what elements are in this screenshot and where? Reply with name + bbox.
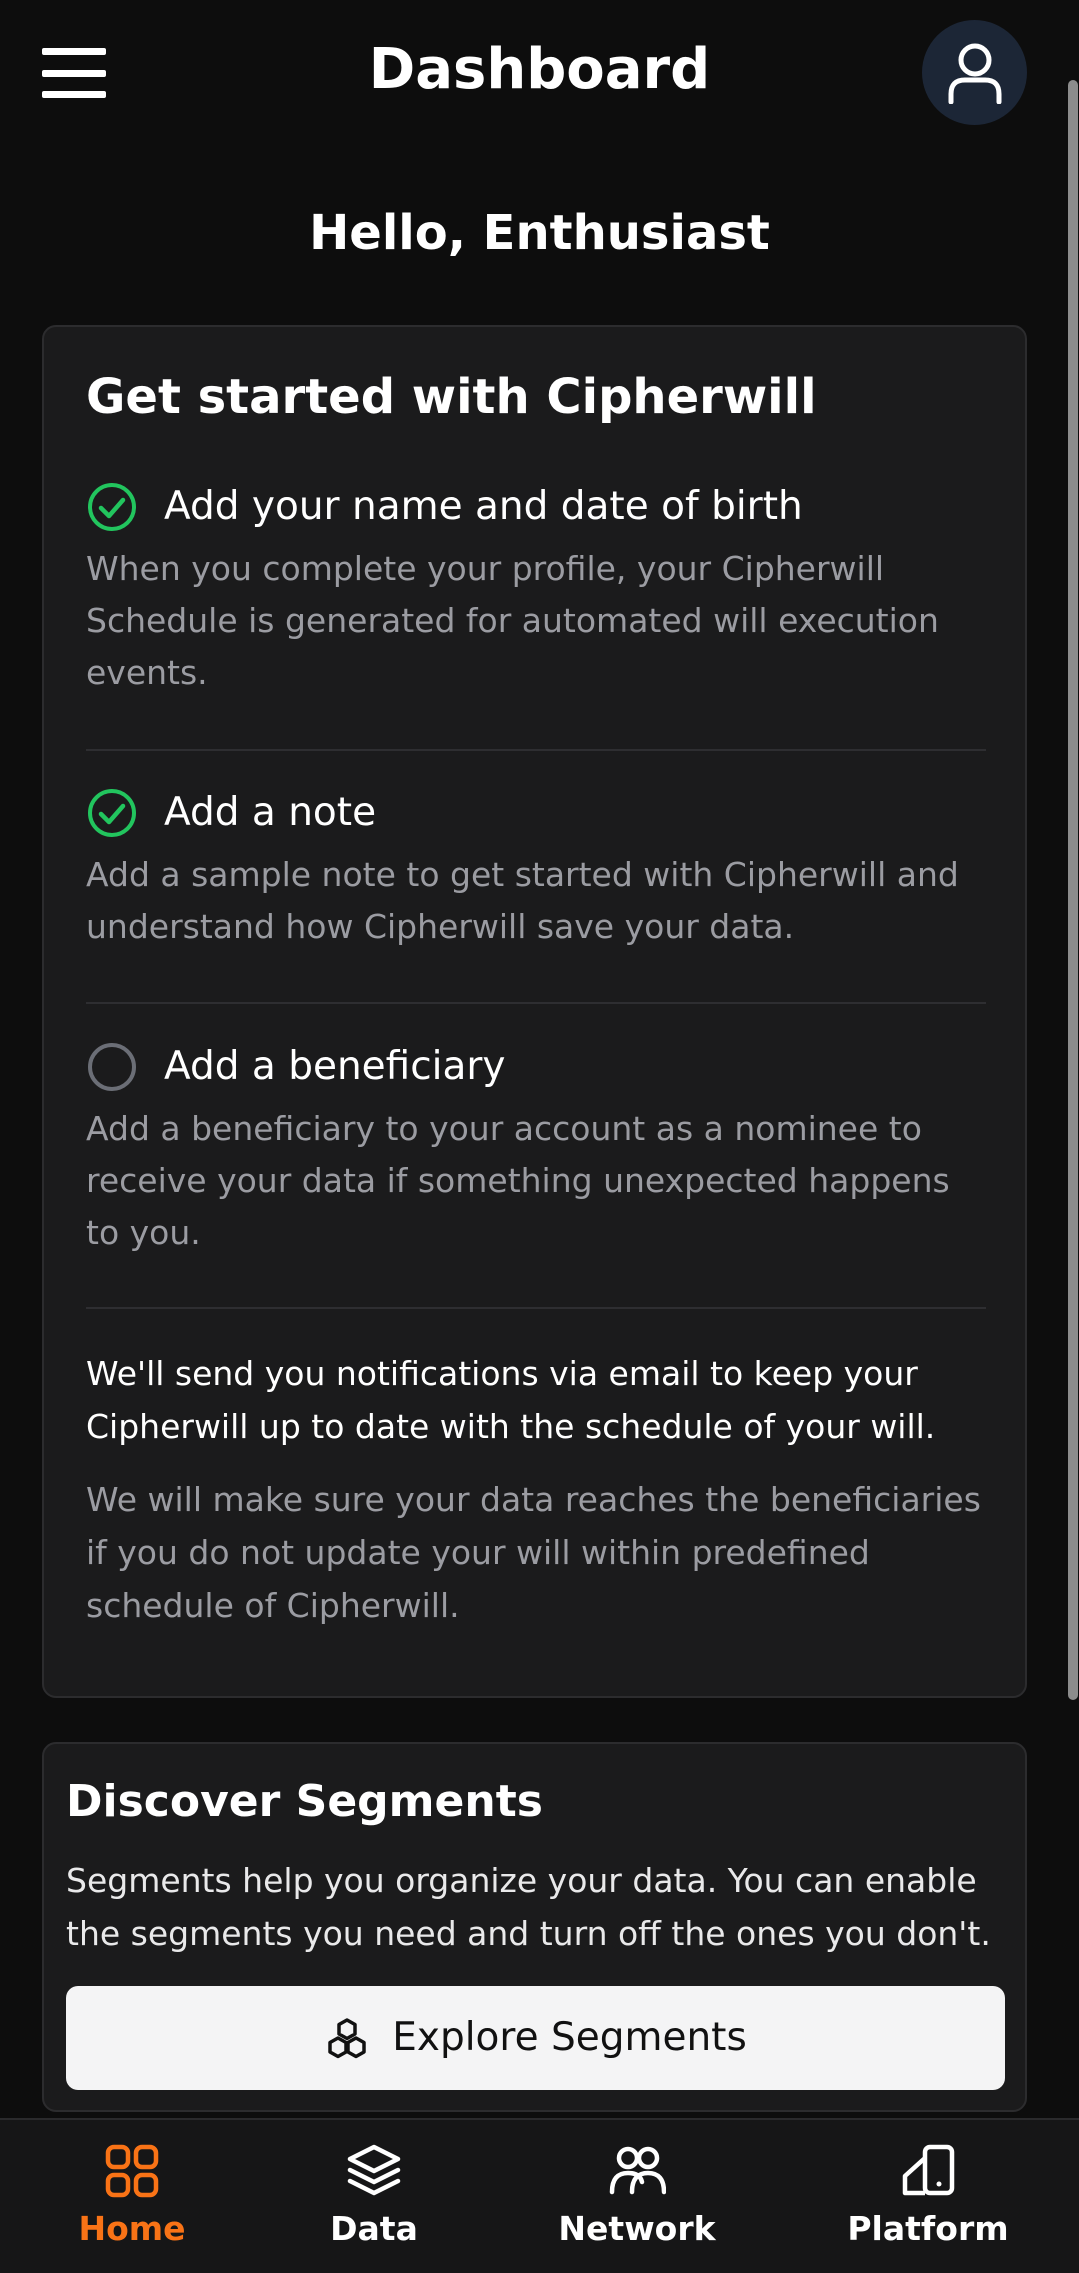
segments-icon bbox=[328, 2018, 366, 2059]
users-icon bbox=[609, 2146, 666, 2195]
nav-home[interactable]: Home bbox=[32, 2142, 232, 2254]
bottom-navigation: Home Data Network Platform bbox=[0, 2118, 1079, 2273]
nav-platform-label: Platform bbox=[847, 2209, 1009, 2248]
nav-home-label: Home bbox=[78, 2209, 186, 2248]
get-started-title: Get started with Cipherwill bbox=[86, 369, 817, 425]
step-title: Add a note bbox=[164, 790, 377, 835]
nav-data-label: Data bbox=[330, 2209, 418, 2248]
segments-description: Segments help you organize your data. Yo… bbox=[66, 1861, 991, 1953]
nav-platform[interactable]: Platform bbox=[828, 2142, 1028, 2254]
step-note[interactable]: Add a note Add a sample note to get star… bbox=[86, 783, 986, 953]
empty-circle-icon bbox=[88, 1043, 136, 1091]
step-description: Add a beneficiary to your account as a n… bbox=[86, 1109, 950, 1252]
step-title: Add a beneficiary bbox=[164, 1044, 506, 1089]
layers-icon bbox=[347, 2144, 401, 2196]
greeting-heading: Hello, Enthusiast bbox=[309, 205, 770, 261]
step-description: When you complete your profile, your Cip… bbox=[86, 549, 939, 692]
step-beneficiary[interactable]: Add a beneficiary Add a beneficiary to y… bbox=[86, 1037, 986, 1259]
get-started-card: Get started with Cipherwill Add your nam… bbox=[42, 325, 1027, 1698]
explore-segments-label: Explore Segments bbox=[392, 2015, 747, 2060]
discover-segments-card: Discover Segments Segments help you orga… bbox=[42, 1742, 1027, 2112]
notification-notice: We'll send you notifications via email t… bbox=[86, 1354, 936, 1446]
page-title: Dashboard bbox=[368, 37, 711, 102]
explore-segments-button[interactable]: Explore Segments bbox=[66, 1986, 1005, 2090]
segments-title: Discover Segments bbox=[66, 1776, 543, 1827]
beneficiary-notice: We will make sure your data reaches the … bbox=[86, 1480, 981, 1625]
step-title: Add your name and date of birth bbox=[164, 484, 803, 529]
scrollbar[interactable] bbox=[1068, 80, 1078, 1700]
nav-network[interactable]: Network bbox=[537, 2142, 737, 2254]
profile-avatar-button[interactable] bbox=[922, 20, 1027, 125]
divider bbox=[86, 1002, 986, 1004]
divider bbox=[86, 1307, 986, 1309]
home-grid-icon bbox=[105, 2144, 159, 2198]
check-circle-icon bbox=[88, 483, 136, 531]
step-profile[interactable]: Add your name and date of birth When you… bbox=[86, 477, 986, 699]
nav-network-label: Network bbox=[558, 2209, 716, 2248]
divider bbox=[86, 749, 986, 751]
step-description: Add a sample note to get started with Ci… bbox=[86, 855, 959, 946]
nav-data[interactable]: Data bbox=[274, 2142, 474, 2254]
check-circle-icon bbox=[88, 789, 136, 837]
user-icon bbox=[948, 43, 1001, 104]
devices-icon bbox=[902, 2144, 955, 2196]
top-app-bar: Dashboard bbox=[0, 0, 1079, 140]
